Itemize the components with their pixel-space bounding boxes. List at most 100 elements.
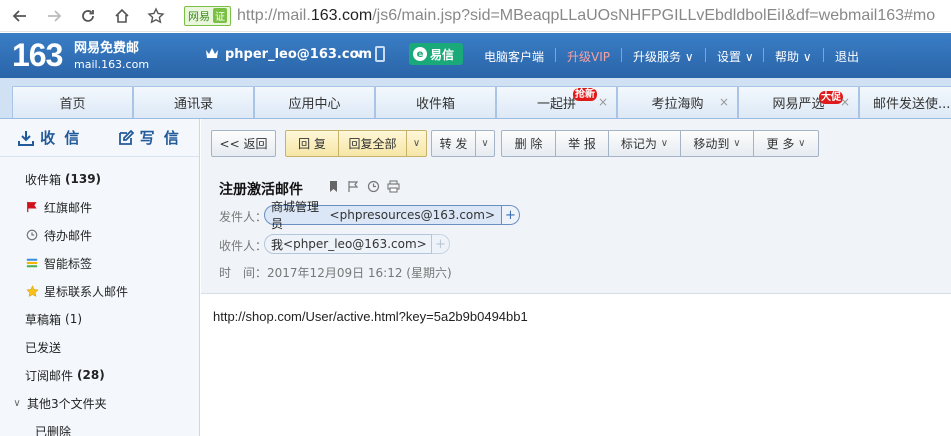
add-sender-icon[interactable]: + <box>502 205 520 225</box>
site-badge-label: 网易 <box>188 9 210 23</box>
forward-dropdown-button[interactable]: ∨ <box>475 130 495 157</box>
clock-icon <box>25 228 39 242</box>
mark-as-button[interactable]: 标记为 ∨ <box>608 130 681 157</box>
download-icon <box>18 130 35 146</box>
tag-icon <box>25 256 39 270</box>
settings-label: 设置 <box>717 50 742 64</box>
logo-title: 网易免费邮 <box>74 41 140 56</box>
bookmark-icon[interactable] <box>327 180 340 193</box>
upgrade-service-menu[interactable]: 升级服务 ∨ <box>633 48 694 65</box>
tab-yanxuan[interactable]: 网易严选 大促 × <box>738 86 859 118</box>
close-icon[interactable]: × <box>719 95 729 109</box>
chevron-down-icon: ∨ <box>733 138 741 149</box>
folder-label: 收件箱 <box>25 172 62 187</box>
folder-red-flag[interactable]: 红旗邮件 <box>0 193 199 221</box>
mark-as-label: 标记为 <box>620 137 657 151</box>
reply-button[interactable]: 回 复 <box>285 130 339 157</box>
account-name[interactable]: phper_leo@163.com <box>225 47 372 62</box>
receive-label: 收 信 <box>40 129 82 147</box>
folder-label: 智能标签 <box>44 256 93 271</box>
red-flag-icon <box>25 200 39 214</box>
tab-label: 一起拼 <box>536 97 576 112</box>
help-menu[interactable]: 帮助 ∨ <box>775 48 812 65</box>
back-button[interactable]: << 返回 <box>211 130 276 157</box>
tab-label: 通讯录 <box>173 97 213 112</box>
logout-link[interactable]: 退出 <box>835 48 859 65</box>
tab-email-sending[interactable]: 邮件发送使... <box>859 86 951 118</box>
more-button[interactable]: 更 多 ∨ <box>753 130 819 157</box>
folder-inbox[interactable]: 收件箱 (139) <box>0 165 199 193</box>
upgrade-vip-link[interactable]: 升级VIP <box>567 48 610 65</box>
back-arrow-icon[interactable] <box>6 2 34 30</box>
time-label: 时 间： <box>219 266 268 280</box>
from-label: 发件人： <box>219 210 268 224</box>
site-badge-cert: 证 <box>213 8 227 23</box>
report-button[interactable]: 举 报 <box>555 130 609 157</box>
forward-button[interactable]: 转 发 <box>431 130 476 157</box>
chevron-down-icon: ∨ <box>660 138 669 149</box>
tab-app-center[interactable]: 应用中心 <box>254 86 375 118</box>
folder-label: 星标联系人邮件 <box>44 284 129 299</box>
delete-button[interactable]: 删 除 <box>501 130 556 157</box>
folder-label: 待办邮件 <box>44 228 93 243</box>
close-icon[interactable]: × <box>840 95 850 109</box>
message-view: << 返回 回 复 回复全部 ∨ 转 发 ∨ 删 除 举 报 标记为 ∨ 移动到… <box>201 119 951 436</box>
more-label: 更 多 <box>766 137 795 151</box>
reply-all-button[interactable]: 回复全部 <box>338 130 407 157</box>
flag-icon[interactable] <box>347 180 360 193</box>
settings-menu[interactable]: 设置 ∨ <box>717 48 754 65</box>
tab-label: 邮件发送使... <box>873 97 951 112</box>
receive-button[interactable]: 收 信 <box>0 127 100 148</box>
upgrade-service-label: 升级服务 <box>633 50 682 64</box>
folder-smart-tags[interactable]: 智能标签 <box>0 249 199 277</box>
folder-sent[interactable]: 已发送 <box>0 333 199 361</box>
folder-starred-contacts[interactable]: 星标联系人邮件 <box>0 277 199 305</box>
forward-arrow-icon[interactable] <box>40 2 68 30</box>
time-value: 2017年12月09日 16:12 (星期六) <box>267 266 452 280</box>
add-recipient-icon[interactable]: + <box>432 234 450 254</box>
recipient-chip[interactable]: 我 <phper_leo@163.com> <box>264 234 432 254</box>
move-to-button[interactable]: 移动到 ∨ <box>680 130 754 157</box>
message-body[interactable]: http://shop.com/User/active.html?key=5a2… <box>213 309 528 324</box>
folder-count: (28) <box>77 368 105 382</box>
recipient-name: 我 <box>271 237 284 252</box>
divider <box>763 48 764 62</box>
sender-chip[interactable]: 商城管理员 <phpresources@163.com> <box>264 200 502 231</box>
to-label: 收件人： <box>219 239 268 253</box>
message-time: 时 间：2017年12月09日 16:12 (星期六) <box>219 264 452 281</box>
tab-label: 考拉海购 <box>651 97 704 112</box>
tab-home[interactable]: 首页 <box>12 86 133 118</box>
folder-subscriptions[interactable]: 订阅邮件 (28) <box>0 361 199 389</box>
tab-label: 首页 <box>59 97 86 112</box>
logo-domain: mail.163.com <box>74 58 150 71</box>
reply-dropdown-button[interactable]: ∨ <box>406 130 427 157</box>
star-bookmark-icon[interactable] <box>142 2 170 30</box>
site-verified-badge[interactable]: 网易 证 <box>184 5 231 26</box>
tab-yiqipin[interactable]: 一起拼 抢新 × <box>496 86 617 118</box>
clock-icon[interactable] <box>367 180 380 193</box>
tab-inbox[interactable]: 收件箱 <box>375 86 496 118</box>
folder-other-folders[interactable]: ∨ 其他3个文件夹 <box>0 389 199 417</box>
tab-contacts[interactable]: 通讯录 <box>133 86 254 118</box>
yixin-button[interactable]: e 易信 <box>409 43 463 65</box>
tab-bar: 首页 通讯录 应用中心 收件箱 一起拼 抢新 × 考拉海购 × 网易严选 大促 … <box>0 78 951 119</box>
phone-icon[interactable] <box>375 46 385 62</box>
folder-todo[interactable]: 待办邮件 <box>0 221 199 249</box>
yixin-logo-icon: e <box>413 47 427 61</box>
tab-kaola[interactable]: 考拉海购 × <box>617 86 738 118</box>
folder-drafts[interactable]: 草稿箱 (1) <box>0 305 199 333</box>
print-icon[interactable] <box>387 180 400 193</box>
reload-icon[interactable] <box>74 2 102 30</box>
chevron-down-icon: ∨ <box>13 397 21 409</box>
client-download-link[interactable]: 电脑客户端 <box>484 48 544 65</box>
home-icon[interactable] <box>108 2 136 30</box>
folder-label: 已删除 <box>35 424 72 436</box>
tab-label: 网易严选 <box>772 97 825 112</box>
close-icon[interactable]: × <box>598 95 608 109</box>
write-button[interactable]: 写 信 <box>100 127 200 148</box>
logo-number[interactable]: 163 <box>12 37 63 74</box>
compose-row: 收 信 写 信 <box>0 119 199 157</box>
address-bar[interactable]: http://mail.163.com/js6/main.jsp?sid=MBe… <box>237 7 951 25</box>
folder-deleted[interactable]: 已删除 <box>0 417 199 436</box>
chevron-down-icon[interactable]: ∨ <box>355 47 363 60</box>
